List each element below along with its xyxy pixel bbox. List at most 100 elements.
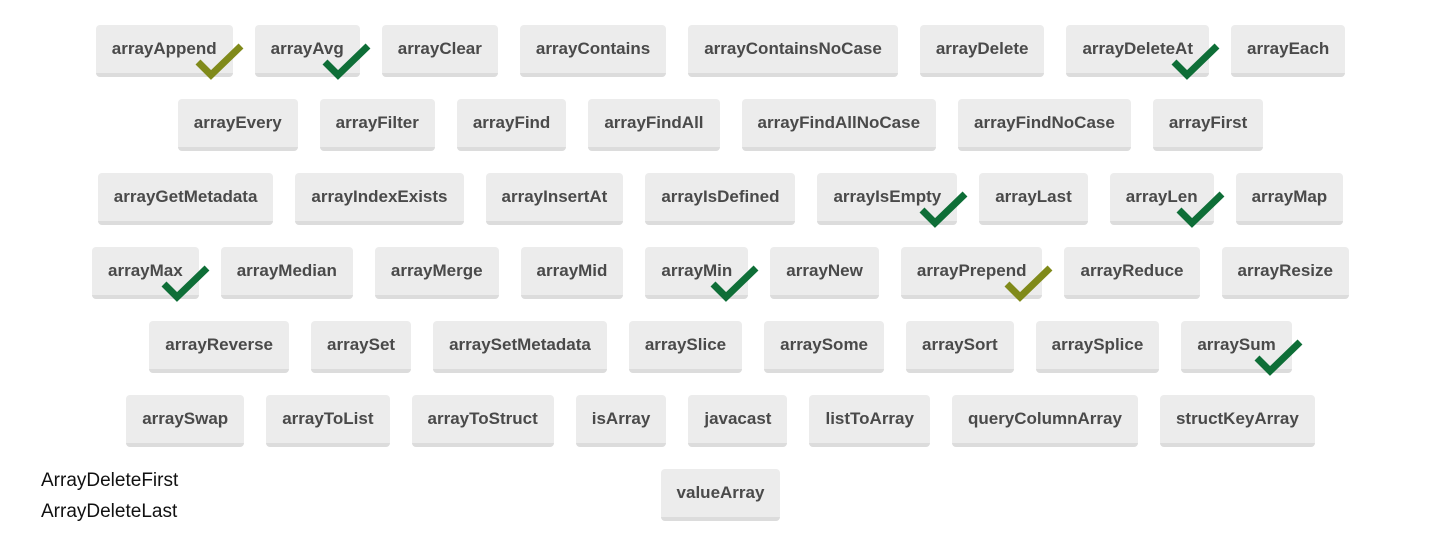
function-button-arrayContains[interactable]: arrayContains bbox=[519, 25, 667, 77]
button-label: arrayFilter bbox=[335, 113, 419, 132]
button-label: arrayEvery bbox=[193, 113, 282, 132]
function-button-arrayReverse[interactable]: arrayReverse bbox=[149, 321, 290, 373]
function-button-arrayFindNoCase[interactable]: arrayFindNoCase bbox=[958, 99, 1131, 151]
function-button-arrayResize[interactable]: arrayResize bbox=[1221, 247, 1349, 299]
button-label: arrayClear bbox=[397, 39, 482, 58]
function-button-arrayFilter[interactable]: arrayFilter bbox=[319, 99, 435, 151]
button-label: arrayMerge bbox=[390, 261, 483, 280]
function-button-arrayPrepend[interactable]: arrayPrepend bbox=[900, 247, 1053, 302]
function-button-arrayFind[interactable]: arrayFind bbox=[456, 99, 567, 151]
button-label: arrayFind bbox=[472, 113, 551, 132]
function-button-arrayIndexExists[interactable]: arrayIndexExists bbox=[295, 173, 464, 225]
function-button-arrayContainsNoCase[interactable]: arrayContainsNoCase bbox=[688, 25, 898, 77]
button-label: arrayContainsNoCase bbox=[704, 39, 882, 58]
button-row: arrayReverse arraySet arraySetMetadata arra… bbox=[0, 321, 1441, 376]
button-label: arrayMin bbox=[661, 261, 733, 280]
function-button-structKeyArray[interactable]: structKeyArray bbox=[1159, 395, 1315, 447]
function-button-arraySlice[interactable]: arraySlice bbox=[628, 321, 743, 373]
button-row: arrayGetMetadata arrayIndexExists arrayIns… bbox=[0, 173, 1441, 228]
function-button-arrayInsertAt[interactable]: arrayInsertAt bbox=[485, 173, 624, 225]
function-button-arrayDeleteAt[interactable]: arrayDeleteAt bbox=[1066, 25, 1220, 80]
function-button-arraySome[interactable]: arraySome bbox=[764, 321, 885, 373]
button-row: arraySwap arrayToList arrayToStruct isArray… bbox=[0, 395, 1441, 447]
button-label: arrayMax bbox=[108, 261, 183, 280]
button-label: arraySet bbox=[327, 335, 396, 354]
function-button-arrayReduce[interactable]: arrayReduce bbox=[1064, 247, 1200, 299]
button-label: arrayMid bbox=[536, 261, 608, 280]
function-button-arrayMin[interactable]: arrayMin bbox=[645, 247, 759, 302]
button-label: isArray bbox=[591, 409, 651, 428]
button-label: arrayPrepend bbox=[916, 261, 1027, 280]
button-label: arrayNew bbox=[786, 261, 863, 280]
button-row: arrayAppend arrayAvg arrayClear arrayContai… bbox=[0, 25, 1441, 80]
function-button-arrayDelete[interactable]: arrayDelete bbox=[919, 25, 1045, 77]
function-button-arrayIsEmpty[interactable]: arrayIsEmpty bbox=[817, 173, 968, 228]
button-label: arrayMedian bbox=[236, 261, 337, 280]
button-label: arrayIsDefined bbox=[661, 187, 780, 206]
function-button-arraySum[interactable]: arraySum bbox=[1181, 321, 1303, 376]
button-label: structKeyArray bbox=[1175, 409, 1299, 428]
button-label: arrayReverse bbox=[165, 335, 274, 354]
function-button-arrayClear[interactable]: arrayClear bbox=[381, 25, 498, 77]
button-label: javacast bbox=[704, 409, 772, 428]
function-button-arraySplice[interactable]: arraySplice bbox=[1035, 321, 1160, 373]
function-button-arrayLast[interactable]: arrayLast bbox=[979, 173, 1088, 225]
function-button-valueArray[interactable]: valueArray bbox=[660, 469, 781, 521]
function-button-arrayNew[interactable]: arrayNew bbox=[770, 247, 879, 299]
note-item: ArrayDeleteLast bbox=[41, 501, 178, 522]
button-label: arrayAvg bbox=[270, 39, 344, 58]
function-button-arrayLen[interactable]: arrayLen bbox=[1109, 173, 1225, 228]
button-label: arraySplice bbox=[1051, 335, 1144, 354]
missing-functions-list: ArrayDeleteFirst ArrayDeleteLast bbox=[41, 465, 178, 527]
button-label: arraySlice bbox=[644, 335, 727, 354]
function-button-listToArray[interactable]: listToArray bbox=[809, 395, 930, 447]
function-button-arrayFirst[interactable]: arrayFirst bbox=[1152, 99, 1264, 151]
function-button-arrayMap[interactable]: arrayMap bbox=[1235, 173, 1344, 225]
button-label: arrayLast bbox=[995, 187, 1072, 206]
button-label: arraySetMetadata bbox=[449, 335, 591, 354]
button-label: arrayLen bbox=[1125, 187, 1198, 206]
function-button-arrayMid[interactable]: arrayMid bbox=[520, 247, 624, 299]
function-button-arraySet[interactable]: arraySet bbox=[311, 321, 412, 373]
function-button-isArray[interactable]: isArray bbox=[575, 395, 667, 447]
function-button-arrayFindAll[interactable]: arrayFindAll bbox=[588, 99, 720, 151]
function-button-arrayAppend[interactable]: arrayAppend bbox=[95, 25, 244, 80]
button-label: arraySwap bbox=[142, 409, 229, 428]
button-label: arrayContains bbox=[535, 39, 651, 58]
function-button-arrayMax[interactable]: arrayMax bbox=[92, 247, 210, 302]
button-label: arrayAppend bbox=[111, 39, 217, 58]
button-label: queryColumnArray bbox=[967, 409, 1122, 428]
function-button-arrayMerge[interactable]: arrayMerge bbox=[374, 247, 499, 299]
button-label: arrayReduce bbox=[1080, 261, 1184, 280]
button-label: arrayDelete bbox=[935, 39, 1029, 58]
function-button-arrayToList[interactable]: arrayToList bbox=[266, 395, 390, 447]
button-label: arrayFirst bbox=[1168, 113, 1248, 132]
button-label: arrayInsertAt bbox=[501, 187, 608, 206]
function-button-javacast[interactable]: javacast bbox=[688, 395, 788, 447]
function-button-arrayFindAllNoCase[interactable]: arrayFindAllNoCase bbox=[741, 99, 937, 151]
button-label: arrayMap bbox=[1251, 187, 1328, 206]
button-label: arraySum bbox=[1197, 335, 1276, 354]
button-label: arraySome bbox=[780, 335, 869, 354]
function-button-arrayMedian[interactable]: arrayMedian bbox=[220, 247, 353, 299]
function-button-arrayIsDefined[interactable]: arrayIsDefined bbox=[645, 173, 796, 225]
button-label: valueArray bbox=[676, 483, 765, 502]
button-row: arrayMax arrayMedian arrayMerge arrayMid arr… bbox=[0, 247, 1441, 302]
note-item: ArrayDeleteFirst bbox=[41, 470, 179, 491]
function-button-arraySetMetadata[interactable]: arraySetMetadata bbox=[433, 321, 607, 373]
function-button-queryColumnArray[interactable]: queryColumnArray bbox=[951, 395, 1138, 447]
button-label: arrayToStruct bbox=[427, 409, 538, 428]
function-button-arrayEvery[interactable]: arrayEvery bbox=[177, 99, 298, 151]
button-label: arrayIsEmpty bbox=[833, 187, 942, 206]
function-button-arraySwap[interactable]: arraySwap bbox=[126, 395, 245, 447]
button-label: arrayEach bbox=[1247, 39, 1330, 58]
button-label: listToArray bbox=[825, 409, 914, 428]
function-button-grid: arrayAppend arrayAvg arrayClear arrayContai… bbox=[0, 25, 1441, 543]
function-button-arrayToStruct[interactable]: arrayToStruct bbox=[411, 395, 554, 447]
button-label: arrayResize bbox=[1237, 261, 1333, 280]
function-button-arrayGetMetadata[interactable]: arrayGetMetadata bbox=[97, 173, 274, 225]
function-button-arrayAvg[interactable]: arrayAvg bbox=[254, 25, 371, 80]
function-button-arrayEach[interactable]: arrayEach bbox=[1231, 25, 1346, 77]
button-label: arrayFindAllNoCase bbox=[757, 113, 921, 132]
function-button-arraySort[interactable]: arraySort bbox=[906, 321, 1014, 373]
